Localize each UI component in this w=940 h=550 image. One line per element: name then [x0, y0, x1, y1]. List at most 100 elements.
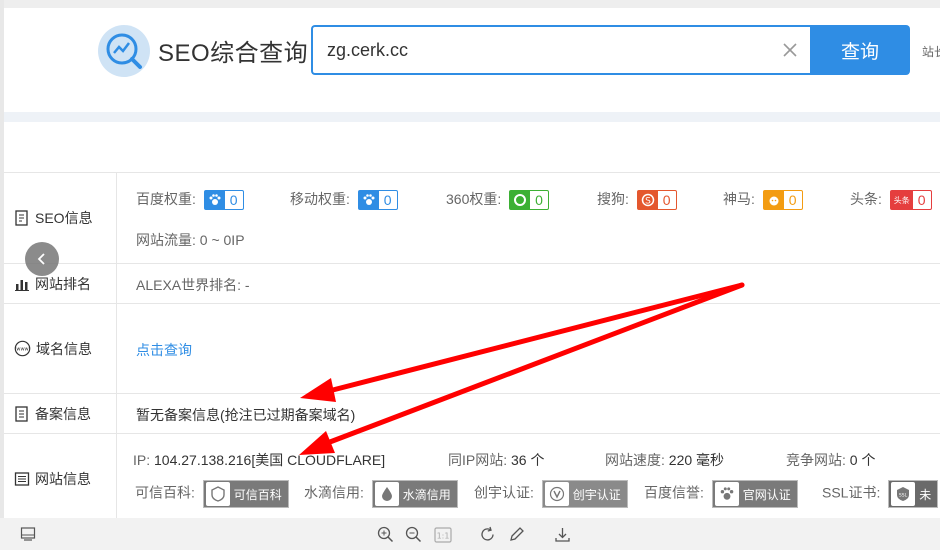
q360-weight-label: 360权重: [446, 191, 502, 207]
shenma-weight-value: 0 [788, 192, 797, 209]
edit-icon[interactable] [508, 526, 525, 543]
baidu-xinyu-badge[interactable]: 官网认证 [711, 480, 798, 508]
browser-frame: SEO综合查询 查询 站长 SEO信息 百度权重: 0 [0, 0, 940, 550]
actual-size-icon[interactable]: 1:1 [434, 527, 452, 543]
paw-icon [204, 191, 225, 210]
compete-info: 竞争网站: 0 个 [786, 450, 875, 470]
kexin-badge-text: 可信百科 [233, 487, 282, 502]
speed-info: 网站速度: 220 毫秒 [605, 450, 724, 470]
site-row: 网站信息 IP: 104.27.138.216[美国 CLOUDFLARE] 同… [4, 434, 940, 524]
back-chevron-icon [37, 253, 45, 265]
mobile-weight-badge[interactable]: 0 [357, 190, 398, 211]
header-cut-text: 站长 [922, 45, 940, 59]
baidu-xinyu-label: 百度信誉: [644, 484, 704, 501]
document-icon [15, 210, 28, 226]
baidu-weight: 百度权重: 0 [136, 189, 244, 211]
sogou-icon: S [637, 191, 658, 210]
www-icon: www [14, 340, 31, 357]
v-seal-icon [544, 482, 569, 506]
speed-value: 220 毫秒 [668, 452, 725, 468]
ssl-label: SSL证书: [822, 484, 881, 501]
domain-label-text: 域名信息 [36, 340, 92, 357]
ssl-badge-text: 未 [919, 487, 932, 502]
same-ip-value[interactable]: 36 个 [511, 452, 544, 468]
logo-text[interactable]: SEO综合查询 [158, 33, 308, 68]
sogou-weight: 搜狗: S 0 [597, 189, 677, 211]
baidu-xinyu-badge-text: 官网认证 [742, 487, 791, 502]
kexin-label: 可信百科: [135, 484, 195, 501]
seo-row: SEO信息 百度权重: 0 移动权重: 0 360权重: 0 搜狗: S 0 神… [4, 173, 940, 264]
rotate-icon[interactable] [479, 526, 496, 543]
q360-weight: 360权重: 0 [446, 189, 549, 211]
clear-icon[interactable] [779, 39, 801, 61]
ssl-badge[interactable]: SSL 未 [888, 480, 939, 508]
bar-chart-icon [15, 279, 29, 291]
sogou-weight-badge[interactable]: S 0 [636, 190, 677, 211]
mobile-weight-label: 移动权重: [290, 191, 350, 207]
download-icon[interactable] [554, 526, 571, 543]
document-icon [15, 405, 28, 422]
rank-row: 网站排名 ALEXA世界排名: - [4, 264, 940, 304]
same-ip-info: 同IP网站: 36 个 [448, 450, 544, 470]
page-header: SEO综合查询 查询 站长 [4, 8, 940, 112]
domain-row-label: www 域名信息 [4, 304, 117, 393]
mobile-weight: 移动权重: 0 [290, 189, 398, 211]
baidu-weight-label: 百度权重: [136, 191, 196, 207]
screen-icon[interactable] [20, 526, 36, 542]
toutiao-weight-badge[interactable]: 头条 0 [889, 190, 932, 211]
shuidi-badge[interactable]: 水滴信用 [371, 480, 458, 508]
search-button[interactable]: 查询 [810, 25, 910, 75]
kexin-badge[interactable]: 可信百科 [202, 480, 289, 508]
chuangyu-badge[interactable]: 创宇认证 [541, 480, 628, 508]
seo-row-label: SEO信息 [4, 173, 117, 263]
shuidi-info: 水滴信用: 水滴信用 [304, 480, 458, 508]
whois-query-link[interactable]: 点击查询 [136, 340, 192, 360]
icp-status: 暂无备案信息(抢注已过期备案域名) [136, 407, 356, 423]
sogou-weight-label: 搜狗: [597, 191, 629, 207]
speed-label: 网站速度: [605, 452, 665, 468]
zoom-out-icon[interactable] [405, 526, 422, 543]
shenma-icon [763, 191, 784, 210]
shenma-weight: 神马: 0 [723, 189, 803, 211]
kexin-info: 可信百科: 可信百科 [135, 480, 289, 508]
logo-chart-icon[interactable] [98, 25, 150, 77]
search-box [311, 25, 811, 75]
icp-row: 备案信息 暂无备案信息(抢注已过期备案域名) [4, 394, 940, 434]
shenma-weight-badge[interactable]: 0 [762, 190, 803, 211]
seo-label-text: SEO信息 [35, 210, 93, 226]
sogou-weight-value: 0 [662, 192, 671, 209]
q360-weight-value: 0 [535, 192, 543, 209]
list-icon [14, 472, 30, 486]
toutiao-icon: 头条 [890, 191, 913, 210]
rank-label-text: 网站排名 [35, 275, 91, 292]
ip-label: IP: [133, 452, 151, 468]
toutiao-weight-value: 0 [917, 192, 926, 209]
baidu-weight-badge[interactable]: 0 [203, 190, 244, 211]
site-label-text: 网站信息 [35, 471, 91, 487]
ssl-info: SSL证书: SSL 未 [822, 480, 939, 508]
shenma-weight-label: 神马: [723, 191, 755, 207]
toutiao-weight-label: 头条: [850, 191, 882, 207]
svg-text:SSL: SSL [899, 493, 908, 499]
paw-icon [714, 482, 739, 506]
shuidi-badge-text: 水滴信用 [402, 487, 451, 502]
search-input[interactable] [327, 37, 767, 63]
info-table: SEO信息 百度权重: 0 移动权重: 0 360权重: 0 搜狗: S 0 神… [4, 172, 940, 524]
ip-value[interactable]: 104.27.138.216[美国 CLOUDFLARE] [154, 452, 385, 468]
zoom-in-icon[interactable] [377, 526, 394, 543]
site-row-label: 网站信息 [4, 434, 117, 524]
shuidi-label: 水滴信用: [304, 484, 364, 501]
ip-info: IP: 104.27.138.216[美国 CLOUDFLARE] [133, 450, 385, 470]
back-button[interactable] [25, 242, 59, 276]
toutiao-weight: 头条: 头条 0 [850, 189, 932, 211]
header-divider-band [4, 112, 940, 122]
bottom-toolbar: 1:1 [0, 518, 940, 550]
same-ip-label: 同IP网站: [448, 452, 508, 468]
chuangyu-badge-text: 创宇认证 [572, 487, 621, 502]
compete-value[interactable]: 0 个 [850, 452, 876, 468]
svg-text:S: S [645, 197, 651, 207]
shield-icon [205, 482, 230, 506]
icp-label-text: 备案信息 [35, 405, 91, 422]
q360-weight-badge[interactable]: 0 [509, 190, 549, 211]
compete-label: 竞争网站: [786, 452, 846, 468]
